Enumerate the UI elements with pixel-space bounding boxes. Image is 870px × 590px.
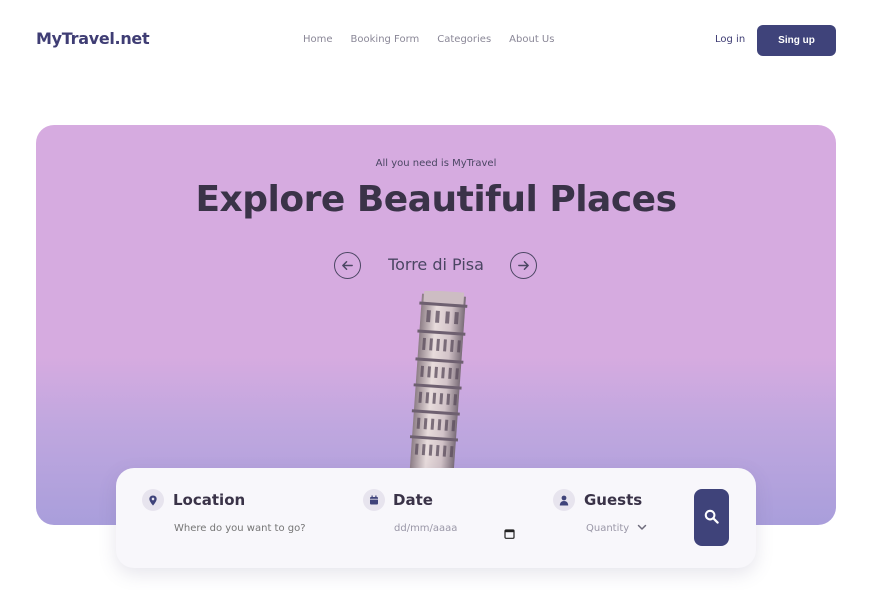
nav-about-us[interactable]: About Us: [509, 34, 554, 45]
nav-booking-form[interactable]: Booking Form: [351, 34, 420, 45]
login-link[interactable]: Log in: [715, 34, 745, 45]
date-placeholder: dd/mm/aaaa: [394, 523, 458, 534]
user-icon: [553, 489, 575, 511]
place-name: Torre di Pisa: [388, 255, 484, 274]
location-label: Location: [173, 491, 246, 509]
search-card: Location Date dd/mm/aaaa Guests Quantity: [116, 468, 756, 568]
map-pin-icon: [142, 489, 164, 511]
hero-banner: All you need is MyTravel Explore Beautif…: [36, 125, 836, 525]
nav-categories[interactable]: Categories: [437, 34, 491, 45]
signup-button[interactable]: Sing up: [757, 25, 836, 56]
place-carousel: Torre di Pisa: [334, 252, 538, 280]
calendar-icon[interactable]: [504, 524, 515, 543]
hero-tagline: All you need is MyTravel: [375, 158, 497, 169]
date-field[interactable]: dd/mm/aaaa: [394, 523, 518, 539]
arrow-right-icon[interactable]: [510, 252, 537, 279]
guests-selected: Quantity: [586, 523, 630, 534]
guests-label: Guests: [584, 491, 643, 509]
date-label: Date: [393, 491, 433, 509]
hero-title: Explore Beautiful Places: [195, 179, 677, 220]
search-button[interactable]: [694, 489, 729, 546]
main-nav: Home Booking Form Categories About Us: [303, 34, 572, 45]
location-input[interactable]: [174, 523, 344, 534]
logo[interactable]: MyTravel.net: [36, 29, 150, 48]
arrow-left-icon[interactable]: [334, 252, 361, 279]
search-icon: [704, 509, 719, 527]
chevron-down-icon: [637, 523, 647, 534]
nav-home[interactable]: Home: [303, 34, 333, 45]
guests-select[interactable]: Quantity: [586, 523, 647, 534]
tower-image: [409, 291, 468, 471]
calendar-icon: [363, 489, 385, 511]
page: MyTravel.net Home Booking Form Categorie…: [0, 0, 870, 590]
